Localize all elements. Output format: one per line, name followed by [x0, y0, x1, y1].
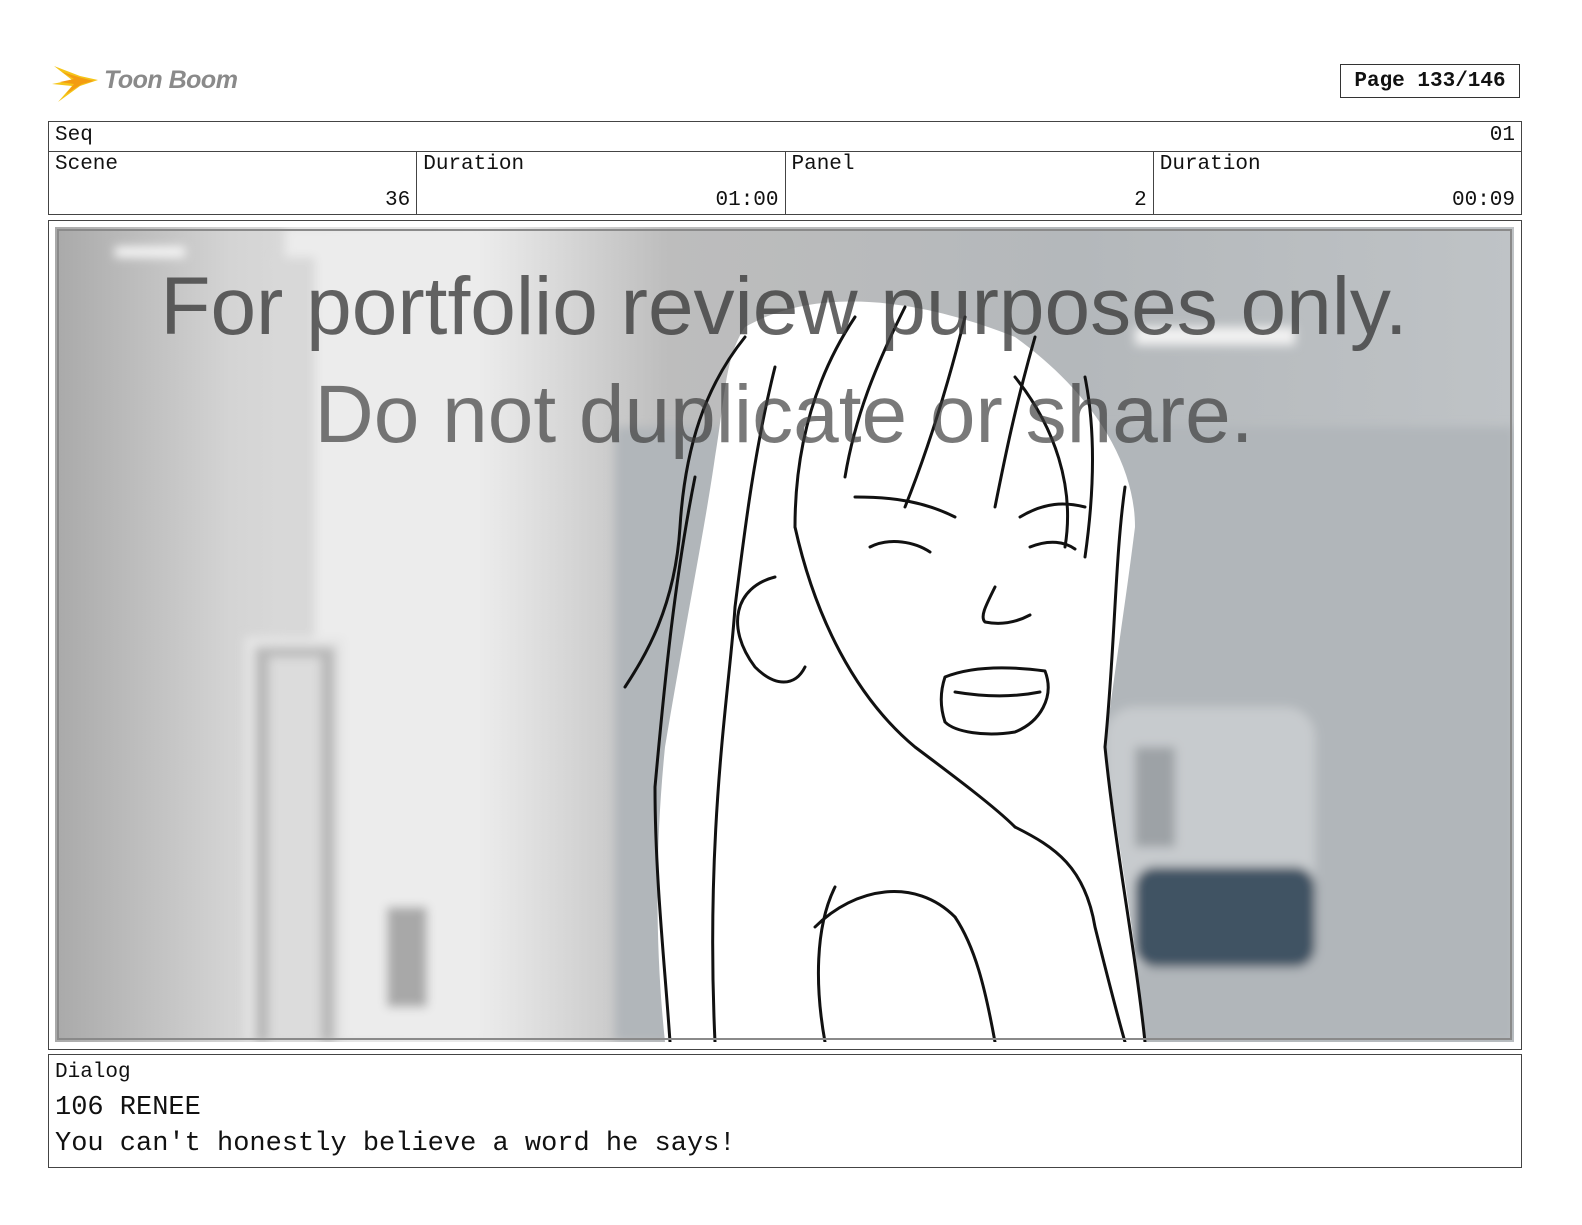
- starburst-icon: [52, 66, 98, 102]
- dialog-label: Dialog: [55, 1061, 131, 1084]
- dialog-box: Dialog 106 RENEE You can't honestly beli…: [48, 1054, 1522, 1168]
- scene-duration-cell: Duration 01:00: [417, 151, 786, 214]
- page-indicator: Page 133/146: [1340, 64, 1520, 98]
- storyboard-panel: For portfolio review purposes only. Do n…: [48, 220, 1522, 1050]
- toon-boom-logo: Toon Boom: [50, 56, 250, 108]
- panel-image: For portfolio review purposes only. Do n…: [55, 227, 1514, 1042]
- panel-duration-value: 00:09: [1451, 189, 1515, 212]
- scene-label: Scene: [55, 153, 119, 176]
- panel-label: Panel: [791, 153, 855, 176]
- seq-value: 01: [1489, 124, 1515, 147]
- panel-cell: Panel 2: [786, 151, 1154, 214]
- logo-text: Toon Boom: [104, 66, 238, 94]
- panel-duration-cell: Duration 00:09: [1154, 151, 1521, 214]
- scene-duration-label: Duration: [423, 153, 525, 176]
- scene-value: 36: [385, 189, 411, 212]
- sequence-row: Seq 01: [48, 121, 1522, 152]
- watermark-line-2: Do not duplicate or share.: [315, 369, 1254, 460]
- dialog-line-1: 106 RENEE: [55, 1093, 201, 1123]
- watermark-line-1: For portfolio review purposes only.: [160, 261, 1407, 352]
- seq-label: Seq: [55, 124, 93, 147]
- dialog-line-2: You can't honestly believe a word he say…: [55, 1129, 736, 1159]
- scene-info-row: Scene 36 Duration 01:00 Panel 2 Duration…: [48, 151, 1522, 215]
- panel-duration-label: Duration: [1159, 153, 1261, 176]
- scene-duration-value: 01:00: [715, 189, 779, 212]
- scene-cell: Scene 36: [49, 151, 418, 214]
- panel-value: 2: [1134, 189, 1147, 212]
